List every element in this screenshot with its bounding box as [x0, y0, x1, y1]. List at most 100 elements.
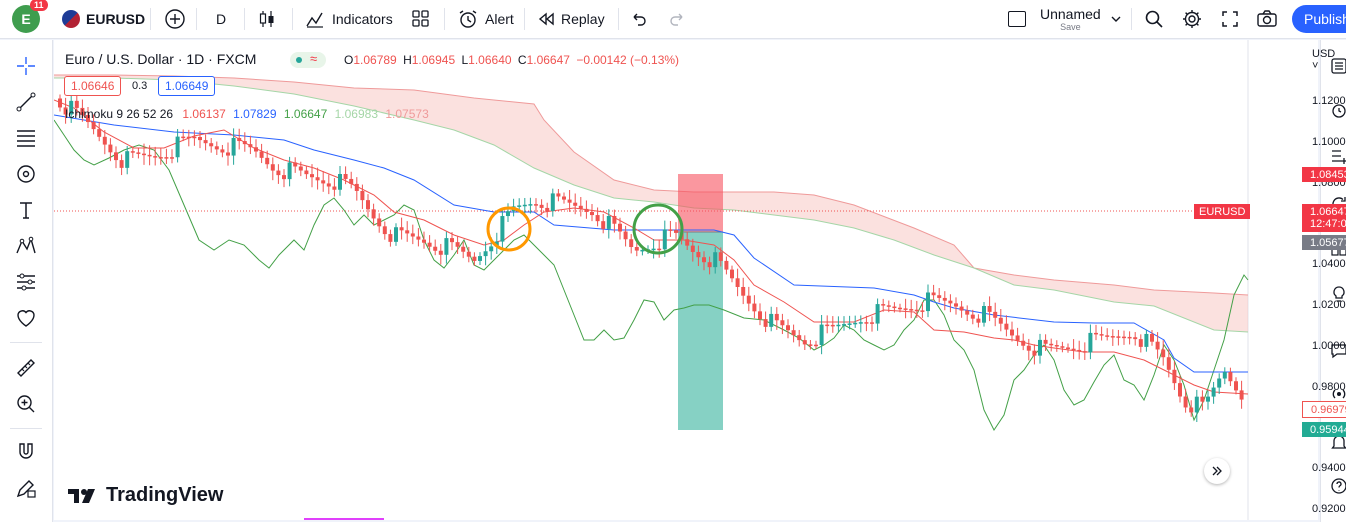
candle-body	[1054, 345, 1059, 347]
candle-body	[1222, 372, 1227, 379]
candle-body	[612, 215, 617, 224]
crosshair-tool[interactable]	[10, 50, 42, 82]
candle-body	[786, 325, 790, 331]
candle-body	[198, 137, 202, 141]
candle-body	[1105, 335, 1110, 337]
bottom-panel-handle[interactable]	[304, 518, 384, 520]
indicator-legend[interactable]: Ichimoku 9 26 52 26 1.06137 1.07829 1.06…	[65, 107, 429, 121]
candle-body	[970, 314, 975, 319]
replay-button[interactable]: Replay	[537, 0, 605, 38]
candle-body	[343, 174, 348, 179]
candle-body	[735, 278, 740, 287]
candle-body	[506, 211, 510, 217]
candle-body	[864, 322, 869, 324]
avatar[interactable]: E 11	[12, 0, 48, 38]
chart-pane[interactable]: Euro / U.S. Dollar · 1D · FXCM ≈ O1.0678…	[54, 40, 1346, 520]
candle-body	[1183, 396, 1188, 408]
candle-body	[690, 245, 695, 252]
notification-badge: 11	[30, 0, 48, 11]
zoom-in-tool[interactable]	[10, 388, 42, 420]
candle-body	[186, 136, 191, 139]
chart-type-button[interactable]	[256, 0, 278, 38]
candle-body	[315, 177, 320, 181]
candle-body	[595, 215, 600, 222]
price-axis-label: 0.98000	[1312, 380, 1346, 393]
candle-body	[1144, 333, 1149, 347]
candle-body	[606, 215, 611, 229]
currency-selector[interactable]: USD ˅	[1312, 48, 1335, 72]
candle-body	[119, 160, 124, 168]
gear-icon	[1183, 10, 1201, 28]
layout-menu-chevron[interactable]	[1110, 0, 1122, 38]
buy-button[interactable]: 1.06649	[158, 76, 216, 96]
candle-body	[987, 306, 992, 312]
symbol-price-tag: EURUSD	[1194, 204, 1251, 219]
redo-button[interactable]	[668, 0, 686, 38]
candle-body	[108, 144, 113, 153]
snapshot-button[interactable]	[1256, 0, 1278, 38]
symbol-search[interactable]: EURUSD	[62, 0, 145, 38]
candle-body	[685, 239, 690, 246]
alert-button[interactable]: Alert	[457, 0, 514, 38]
candle-body	[310, 174, 314, 178]
favorites-tool[interactable]	[10, 302, 42, 334]
tradingview-logo-icon	[68, 488, 95, 503]
trend-line-tool[interactable]	[10, 86, 42, 118]
candle-body	[427, 242, 432, 247]
market-status-badge[interactable]: ≈	[290, 51, 326, 68]
text-tool[interactable]	[10, 194, 42, 226]
trend-line-icon	[16, 92, 36, 112]
patterns-tool[interactable]	[10, 158, 42, 190]
candle-body	[1038, 339, 1042, 356]
scroll-to-realtime-button[interactable]	[1204, 458, 1230, 484]
undo-button[interactable]	[630, 0, 648, 38]
search-button[interactable]	[1144, 0, 1164, 38]
candle-body	[1116, 336, 1121, 338]
candle-body	[444, 238, 449, 255]
candle-body	[662, 229, 667, 250]
candle-body	[1200, 396, 1205, 402]
publish-label: Publish	[1304, 11, 1346, 27]
help-button[interactable]	[1329, 474, 1346, 498]
settings-button[interactable]	[1181, 0, 1203, 38]
publish-button[interactable]: Publish	[1292, 5, 1346, 33]
candle-body	[550, 193, 555, 212]
candle-body	[668, 229, 673, 231]
candle-body	[130, 151, 135, 153]
close-value: 1.06647	[526, 53, 570, 67]
candle-body	[1077, 349, 1082, 352]
indicators-label: Indicators	[332, 11, 393, 27]
interval-button[interactable]: D	[216, 0, 226, 38]
candle-body	[158, 157, 163, 159]
candle-body	[842, 324, 846, 326]
fullscreen-button[interactable]	[1221, 0, 1239, 38]
tradingview-watermark[interactable]: TradingView	[68, 484, 223, 507]
candle-body	[326, 183, 331, 187]
candle-body	[276, 170, 281, 176]
horizontal-lines-icon	[17, 130, 35, 147]
candle-body	[534, 204, 538, 206]
forecast-tool[interactable]	[10, 230, 42, 262]
high-value: 1.06945	[411, 53, 456, 67]
candle-body	[382, 226, 387, 235]
plus-circle-icon	[165, 9, 185, 29]
sell-button[interactable]: 1.06646	[64, 76, 122, 96]
layout-name-button[interactable]: Unnamed Save	[1040, 0, 1101, 38]
candle-body	[58, 98, 62, 108]
magnet-tool[interactable]	[10, 436, 42, 468]
templates-button[interactable]	[411, 0, 431, 38]
lock-drawings-tool[interactable]	[10, 472, 42, 504]
currency-label: USD	[1312, 48, 1336, 60]
layout-toggle[interactable]	[1008, 0, 1026, 38]
fib-tool[interactable]	[10, 122, 42, 154]
status-dot-icon	[296, 57, 302, 63]
indicators-button[interactable]: Indicators	[304, 0, 393, 38]
indicator-value-3: 1.06647	[283, 107, 328, 121]
compare-add-button[interactable]	[164, 0, 186, 38]
candle-body	[713, 252, 718, 268]
ruler-tool[interactable]	[10, 352, 42, 384]
avatar-letter: E	[21, 11, 31, 27]
candle-body	[724, 260, 729, 270]
measure-group-tool[interactable]	[10, 266, 42, 298]
candle-body	[825, 324, 830, 327]
